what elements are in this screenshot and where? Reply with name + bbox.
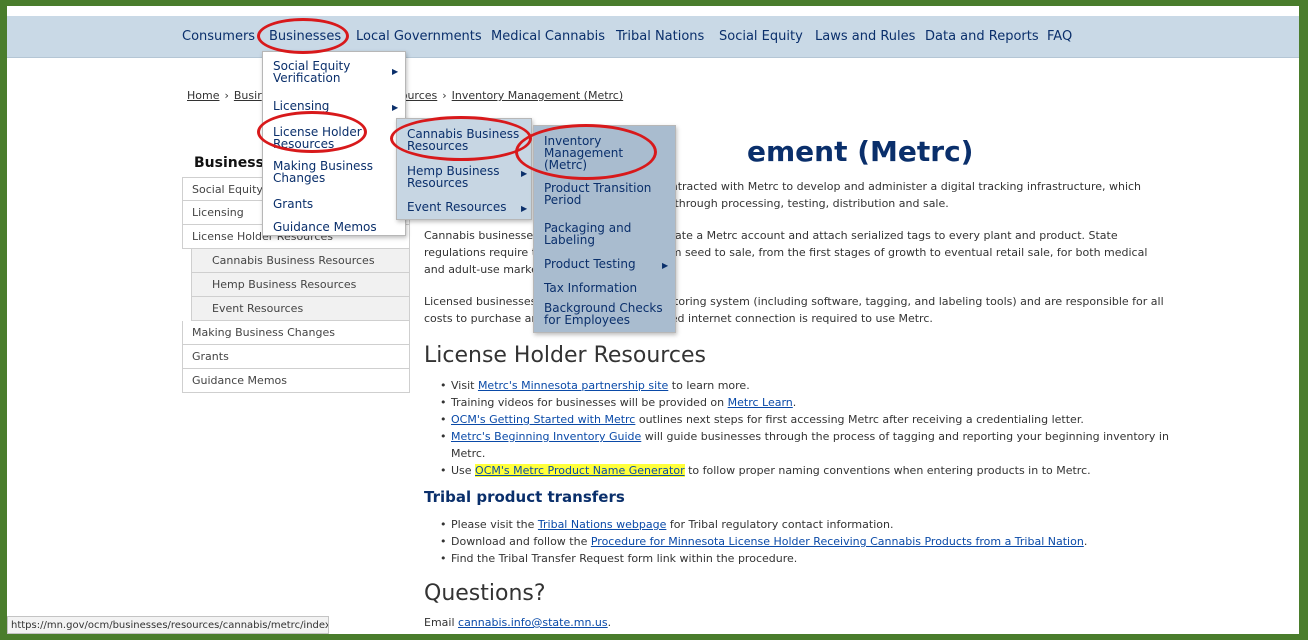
nav-medical-cannabis[interactable]: Medical Cannabis: [491, 16, 605, 57]
list-item: Training videos for businesses will be p…: [437, 394, 1169, 411]
breadcrumb-tail: sources › Inventory Management (Metrc): [395, 89, 624, 102]
section-heading-questions: Questions?: [424, 581, 546, 606]
menu-item-social-equity-verification[interactable]: Social Equity Verification ▶: [263, 60, 398, 84]
metrc-learn-link[interactable]: Metrc Learn: [728, 396, 793, 409]
page-title: ement (Metrc): [747, 135, 974, 168]
sidebar-item-hemp-business-resources[interactable]: Hemp Business Resources: [191, 273, 410, 297]
list-item: Please visit the Tribal Nations webpage …: [437, 516, 1087, 533]
nav-data-and-reports[interactable]: Data and Reports: [925, 16, 1039, 57]
sidebar-item-guidance-memos[interactable]: Guidance Memos: [182, 369, 410, 393]
email-link[interactable]: cannabis.info@state.mn.us: [458, 616, 608, 629]
menu-item-license-holder-resources[interactable]: License Holder Resources: [263, 126, 373, 150]
license-holder-resources-submenu: Cannabis Business Resources Hemp Busines…: [396, 118, 532, 220]
menu-item-product-transition-period[interactable]: Product Transition Period: [534, 182, 669, 206]
intro-text: nitoring system (including software, tag…: [664, 295, 1164, 308]
intro-text: Cannabis businesses: [424, 229, 539, 242]
list-item: Metrc's Beginning Inventory Guide will g…: [437, 428, 1169, 462]
sidebar-item-cannabis-business-resources[interactable]: Cannabis Business Resources: [191, 249, 410, 273]
cannabis-business-resources-submenu: Inventory Management (Metrc) Product Tra…: [533, 125, 676, 333]
businesses-dropdown: Social Equity Verification ▶ Licensing ▶…: [262, 51, 406, 236]
menu-item-event-resources[interactable]: Event Resources ▶: [397, 201, 527, 213]
menu-item-making-business-changes[interactable]: Making Business Changes: [263, 160, 383, 184]
breadcrumb: Home › Busir: [187, 89, 262, 102]
nav-tribal-nations[interactable]: Tribal Nations: [616, 16, 704, 57]
breadcrumb-home[interactable]: Home: [187, 89, 219, 102]
beginning-inventory-link[interactable]: Metrc's Beginning Inventory Guide: [451, 430, 641, 443]
chevron-right-icon: ▶: [521, 204, 528, 213]
menu-item-grants[interactable]: Grants: [263, 198, 313, 210]
list-item: Find the Tribal Transfer Request form li…: [437, 550, 1087, 567]
intro-text: and adult-use market: [424, 263, 543, 276]
sidebar-item-event-resources[interactable]: Event Resources: [191, 297, 410, 321]
sidebar-item-making-business-changes[interactable]: Making Business Changes: [182, 321, 410, 345]
list-item: Download and follow the Procedure for Mi…: [437, 533, 1087, 550]
menu-item-background-checks[interactable]: Background Checks for Employees: [534, 302, 669, 326]
contact-email: Email cannabis.info@state.mn.us.: [424, 616, 612, 629]
intro-text: reate a Metrc account and attach seriali…: [664, 229, 1118, 242]
list-item: Visit Metrc's Minnesota partnership site…: [437, 377, 1169, 394]
menu-item-tax-information[interactable]: Tax Information: [534, 282, 637, 294]
menu-item-inventory-management[interactable]: Inventory Management (Metrc): [534, 135, 644, 171]
menu-item-product-testing[interactable]: Product Testing ▶: [534, 258, 668, 270]
page-frame: Consumers Businesses Local Governments M…: [7, 6, 1299, 634]
breadcrumb-businesses[interactable]: Busir: [234, 89, 262, 102]
nav-laws-and-rules[interactable]: Laws and Rules: [815, 16, 915, 57]
intro-text: eed internet connection is required to u…: [664, 312, 933, 325]
menu-item-guidance-memos[interactable]: Guidance Memos: [263, 221, 377, 233]
list-item: Use OCM's Metrc Product Name Generator t…: [437, 462, 1169, 479]
nav-faq[interactable]: FAQ: [1047, 16, 1072, 57]
breadcrumb-current[interactable]: Inventory Management (Metrc): [452, 89, 623, 102]
chevron-right-icon: ▶: [521, 169, 528, 178]
metrc-partnership-link[interactable]: Metrc's Minnesota partnership site: [478, 379, 668, 392]
menu-item-cannabis-business-resources[interactable]: Cannabis Business Resources: [397, 128, 527, 152]
tribal-nations-link[interactable]: Tribal Nations webpage: [538, 518, 666, 531]
browser-status-bar: https://mn.gov/ocm/businesses/resources/…: [7, 616, 329, 634]
top-navigation: Consumers Businesses Local Governments M…: [7, 16, 1299, 58]
chevron-right-icon: ▶: [392, 103, 399, 112]
chevron-right-icon: ▶: [662, 261, 669, 270]
intro-text: regulations require th: [424, 246, 543, 259]
section-heading-resources: License Holder Resources: [424, 343, 706, 368]
tribal-procedure-link[interactable]: Procedure for Minnesota License Holder R…: [591, 535, 1084, 548]
list-item: OCM's Getting Started with Metrc outline…: [437, 411, 1169, 428]
intro-text: ontracted with Metrc to develop and admi…: [664, 180, 1142, 193]
section-heading-tribal: Tribal product transfers: [424, 488, 625, 506]
nav-consumers[interactable]: Consumers: [182, 16, 255, 57]
product-name-generator-link[interactable]: OCM's Metrc Product Name Generator: [475, 464, 685, 477]
tribal-list: Please visit the Tribal Nations webpage …: [437, 516, 1087, 567]
chevron-right-icon: ▶: [392, 67, 399, 76]
menu-item-hemp-business-resources[interactable]: Hemp Business Resources ▶: [397, 165, 527, 189]
nav-social-equity[interactable]: Social Equity: [719, 16, 803, 57]
sidebar-item-grants[interactable]: Grants: [182, 345, 410, 369]
getting-started-link[interactable]: OCM's Getting Started with Metrc: [451, 413, 635, 426]
menu-item-licensing[interactable]: Licensing ▶: [263, 100, 398, 112]
menu-item-packaging-and-labeling[interactable]: Packaging and Labeling: [534, 222, 644, 246]
intro-text: om seed to sale, from the first stages o…: [664, 246, 1148, 259]
intro-text: costs to purchase and: [424, 312, 546, 325]
resources-list: Visit Metrc's Minnesota partnership site…: [437, 377, 1169, 479]
intro-text: Licensed businesses r: [424, 295, 545, 308]
intro-text: n through processing, testing, distribut…: [664, 197, 949, 210]
